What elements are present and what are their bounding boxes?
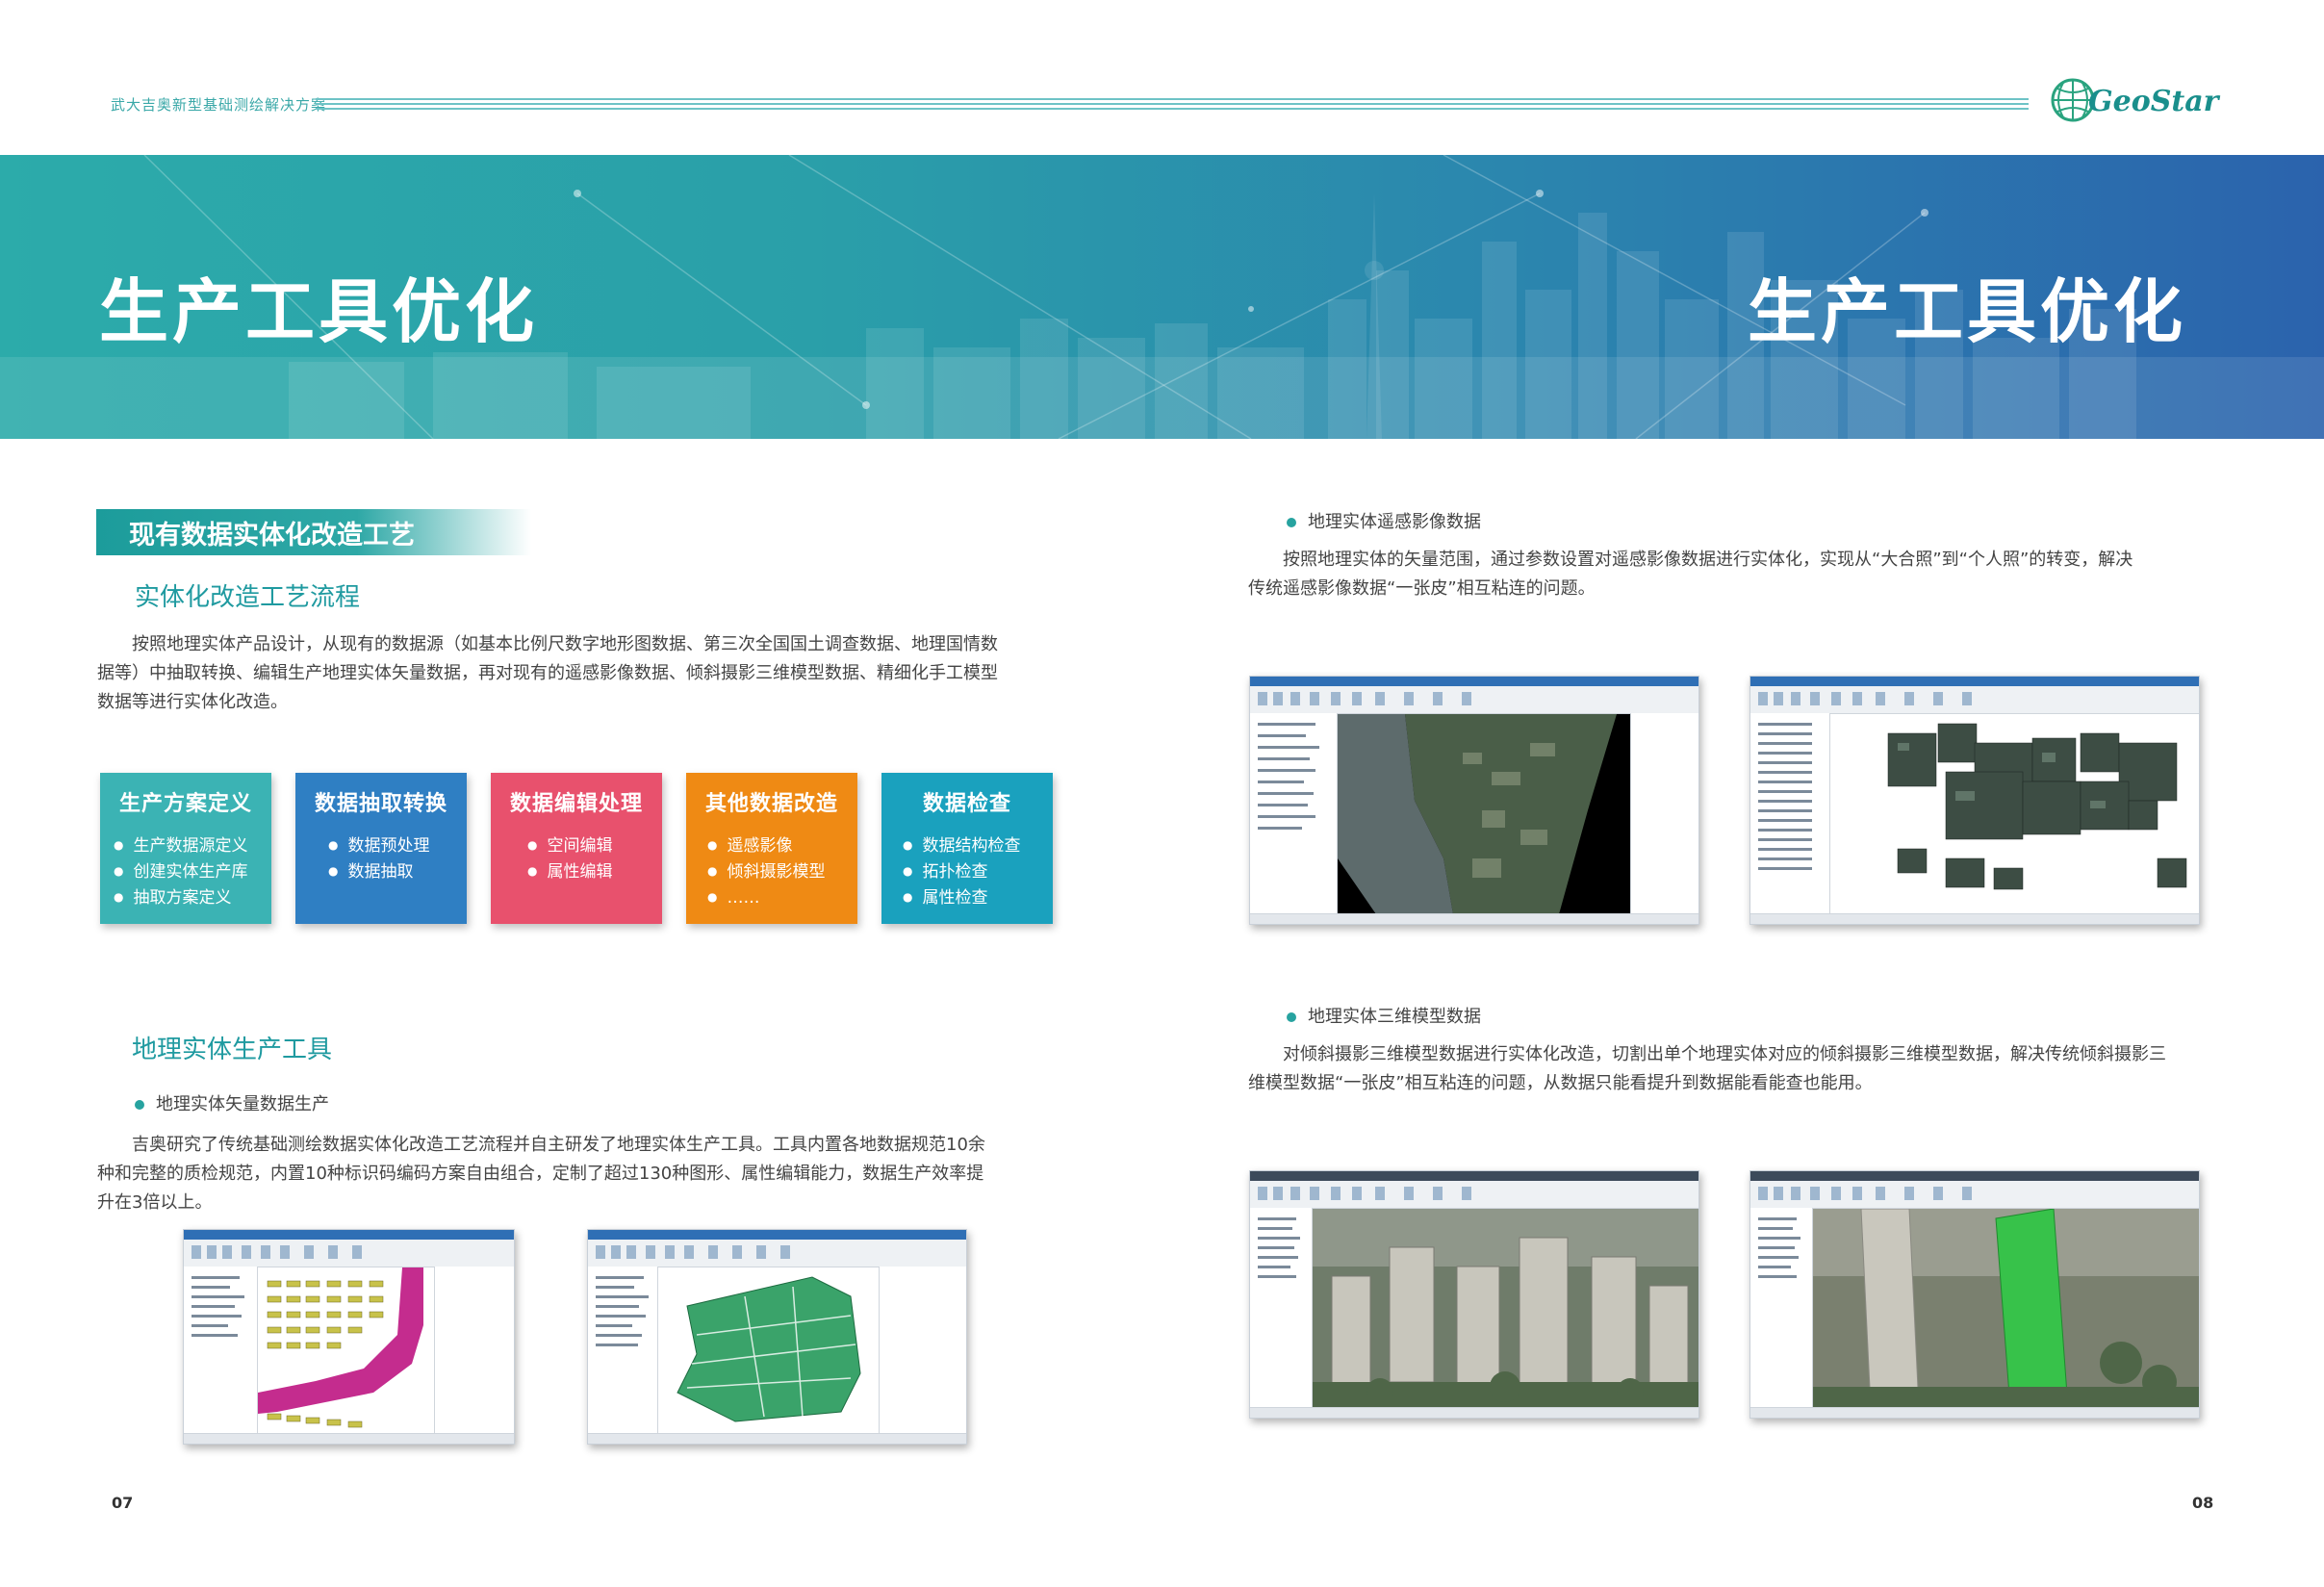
bullet-text: 地理实体三维模型数据 xyxy=(1308,1007,1481,1027)
tools-bullet: 地理实体矢量数据生产 xyxy=(135,1090,329,1115)
screenshot-imagery-2 xyxy=(1749,676,2200,925)
card-item: 属性编辑 xyxy=(527,858,662,884)
card-item: 空间编辑 xyxy=(527,832,662,858)
geostar-logo: GeoStar xyxy=(2048,75,2221,123)
bullet-text: 地理实体遥感影像数据 xyxy=(1308,512,1481,532)
card-item: 倾斜摄影模型 xyxy=(707,858,857,884)
card-item: 抽取方案定义 xyxy=(114,884,271,910)
imagery-view xyxy=(1887,723,2187,890)
tools-paragraph: 吉奥研究了传统基础测绘数据实体化改造工艺流程并自主研发了地理实体生产工具。工具内… xyxy=(97,1131,1060,1217)
bullet-dot-icon xyxy=(1287,518,1296,527)
imagery-paragraph: 按照地理实体的矢量范围，通过参数设置对遥感影像数据进行实体化，实现从“大合照”到… xyxy=(1248,546,2210,603)
paragraph-line: 吉奥研究了传统基础测绘数据实体化改造工艺流程并自主研发了地理实体生产工具。工具内… xyxy=(132,1135,985,1155)
3d-scene-view xyxy=(1313,1209,1698,1408)
paragraph-line: 对倾斜摄影三维模型数据进行实体化改造，切割出单个地理实体对应的倾斜摄影三维模型数… xyxy=(1283,1044,2166,1064)
paragraph-line: 按照地理实体的矢量范围，通过参数设置对遥感影像数据进行实体化，实现从“大合照”到… xyxy=(1283,550,2133,570)
process-title: 实体化改造工艺流程 xyxy=(135,583,361,612)
process-card-extract: 数据抽取转换 数据预处理 数据抽取 xyxy=(295,773,467,924)
card-item: 属性检查 xyxy=(903,884,1053,910)
paragraph-line: 数据等进行实体化改造。 xyxy=(97,692,288,712)
map-view xyxy=(677,1276,861,1422)
page-number-right: 08 xyxy=(2192,1494,2214,1512)
paragraph-line: 据等）中抽取转换、编辑生产地理实体矢量数据，再对现有的遥感影像数据、倾斜摄影三维… xyxy=(97,663,998,683)
process-card-edit: 数据编辑处理 空间编辑 属性编辑 xyxy=(491,773,662,924)
tools-title: 地理实体生产工具 xyxy=(132,1036,333,1064)
card-item: 遥感影像 xyxy=(707,832,857,858)
card-title: 数据编辑处理 xyxy=(509,792,643,816)
page-number-left: 07 xyxy=(112,1494,134,1512)
card-item: 数据预处理 xyxy=(328,832,467,858)
screenshot-vector-production-2 xyxy=(587,1229,967,1445)
logo-text: GeoStar xyxy=(2088,85,2219,118)
bullet-dot-icon xyxy=(1287,1012,1296,1022)
banner-title-left: 生产工具优化 xyxy=(99,271,539,352)
bullet-dot-icon xyxy=(135,1100,144,1110)
process-card-check: 数据检查 数据结构检查 拓扑检查 属性检查 xyxy=(881,773,1053,924)
card-title: 生产方案定义 xyxy=(118,792,252,816)
map-view xyxy=(258,1267,423,1428)
card-item: 数据抽取 xyxy=(328,858,467,884)
card-item: 创建实体生产库 xyxy=(114,858,271,884)
banner: 生产工具优化 生产工具优化 xyxy=(0,155,2324,439)
bullet-text: 地理实体矢量数据生产 xyxy=(156,1094,329,1114)
card-title: 其他数据改造 xyxy=(704,792,838,816)
series-title: 武大吉奥新型基础测绘解决方案 xyxy=(111,96,327,114)
header-rule xyxy=(316,98,2029,110)
card-item: 拓扑检查 xyxy=(903,858,1053,884)
card-title: 数据抽取转换 xyxy=(314,792,447,816)
paragraph-line: 种和完整的质检规范，内置10种标识码编码方案自由组合，定制了超过130种图形、属… xyxy=(97,1164,984,1184)
card-item: 生产数据源定义 xyxy=(114,832,271,858)
card-item: …… xyxy=(707,884,857,910)
paragraph-line: 按照地理实体产品设计，从现有的数据源（如基本比例尺数字地形图数据、第三次全国国土… xyxy=(132,634,998,654)
process-card-other: 其他数据改造 遥感影像 倾斜摄影模型 …… xyxy=(686,773,857,924)
screenshot-vector-production-1 xyxy=(183,1229,515,1445)
card-title: 数据检查 xyxy=(922,792,1011,816)
screenshot-3d-model-1 xyxy=(1249,1170,1699,1419)
imagery-view xyxy=(1338,714,1617,914)
model-paragraph: 对倾斜摄影三维模型数据进行实体化改造，切割出单个地理实体对应的倾斜摄影三维模型数… xyxy=(1248,1040,2210,1098)
paragraph-line: 传统遥感影像数据“一张皮”相互粘连的问题。 xyxy=(1248,578,1596,599)
screenshot-3d-model-2 xyxy=(1749,1170,2200,1419)
process-card-plan: 生产方案定义 生产数据源定义 创建实体生产库 抽取方案定义 xyxy=(100,773,271,924)
section-title: 现有数据实体化改造工艺 xyxy=(129,521,415,550)
paragraph-line: 升在3倍以上。 xyxy=(97,1192,213,1213)
imagery-bullet: 地理实体遥感影像数据 xyxy=(1287,508,1481,533)
paragraph-line: 维模型数据“一张皮”相互粘连的问题，从数据只能看提升到数据能看能查也能用。 xyxy=(1248,1073,1873,1093)
3d-scene-view xyxy=(1813,1208,2199,1409)
process-paragraph: 按照地理实体产品设计，从现有的数据源（如基本比例尺数字地形图数据、第三次全国国土… xyxy=(97,630,1060,717)
screenshot-imagery-1 xyxy=(1249,676,1699,925)
card-item: 数据结构检查 xyxy=(903,832,1053,858)
banner-title-right: 生产工具优化 xyxy=(1748,271,2187,352)
model-bullet: 地理实体三维模型数据 xyxy=(1287,1003,1481,1028)
